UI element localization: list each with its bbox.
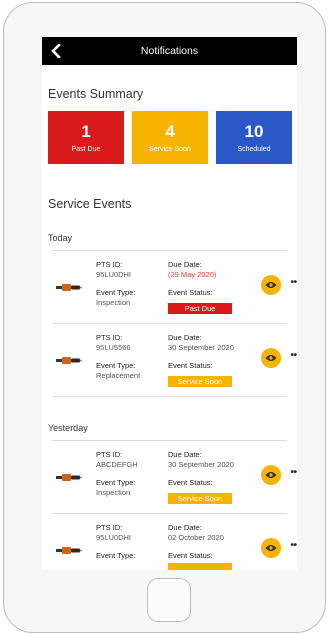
scheduled-tile[interactable]: 10 Scheduled: [216, 111, 292, 164]
pts-id-label: PTS ID:: [96, 450, 123, 459]
eye-icon: [265, 545, 277, 551]
view-button[interactable]: [261, 348, 281, 368]
past-due-tile[interactable]: 1 Past Due: [48, 111, 124, 164]
event-status-label: Event Status:: [168, 361, 213, 370]
view-button[interactable]: [261, 465, 281, 485]
pts-id-label: PTS ID:: [96, 260, 123, 269]
app-screen: Notifications Events Summary 1 Past Due …: [42, 37, 297, 570]
status-badge: [168, 563, 232, 570]
summary-tiles: 1 Past Due 4 Service Soon 10 Scheduled: [48, 111, 297, 164]
event-type-label: Event Type:: [96, 478, 136, 487]
event-type-label: Event Type:: [96, 551, 136, 560]
list-item[interactable]: PTS ID: 95LU0DHI Event Type: Inspection …: [52, 251, 297, 324]
events-summary-heading: Events Summary: [48, 87, 144, 101]
event-type-value: Inspection: [96, 488, 131, 497]
view-button[interactable]: [261, 538, 281, 558]
tile-count: 1: [81, 121, 91, 141]
group-label-today: Today: [48, 233, 73, 243]
view-button[interactable]: [261, 275, 281, 295]
more-dots-icon[interactable]: •••: [288, 537, 297, 553]
event-type-label: Event Type:: [96, 361, 136, 370]
list-item[interactable]: PTS ID: 95LU5566 Event Type: Replacement…: [52, 324, 297, 397]
due-date-value: 30 September 2020: [168, 460, 234, 469]
due-date-label: Due Date:: [168, 450, 202, 459]
tile-label: Service Soon: [149, 145, 191, 153]
list-item[interactable]: PTS ID: 95LU0DHI Event Type: Due Date: 0…: [52, 514, 297, 570]
pts-id-label: PTS ID:: [96, 333, 123, 342]
top-bar: Notifications: [42, 37, 297, 65]
event-type-label: Event Type:: [96, 288, 136, 297]
phone-frame: Notifications Events Summary 1 Past Due …: [3, 2, 326, 633]
tile-count: 10: [244, 121, 264, 141]
tile-label: Past Due: [71, 145, 101, 153]
due-date-value: 30 September 2020: [168, 343, 234, 352]
event-type-value: Replacement: [96, 371, 141, 380]
eye-icon: [265, 472, 277, 478]
spark-plug-icon: [56, 470, 82, 488]
due-date-label: Due Date:: [168, 260, 202, 269]
eye-icon: [265, 282, 277, 288]
due-date-label: Due Date:: [168, 333, 202, 342]
service-soon-tile[interactable]: 4 Service Soon: [132, 111, 208, 164]
pts-id-value: 95LU5566: [96, 343, 131, 352]
pts-id-value: 95LU0DHI: [96, 533, 132, 542]
status-badge: Past Due: [168, 303, 232, 314]
more-dots-icon[interactable]: •••: [288, 464, 297, 480]
due-date-value: 02 October 2020: [168, 533, 224, 542]
pts-id-label: PTS ID:: [96, 523, 123, 532]
spark-plug-icon: [56, 543, 82, 561]
event-type-value: Inspection: [96, 298, 131, 307]
tile-count: 4: [165, 121, 175, 141]
status-badge: Service Soon: [168, 493, 232, 504]
event-status-label: Event Status:: [168, 478, 213, 487]
home-button[interactable]: [147, 578, 191, 622]
pts-id-value: ABCDEFGH: [96, 460, 138, 469]
status-badge: Service Soon: [168, 376, 232, 387]
page-title: Notifications: [140, 45, 199, 57]
list-item[interactable]: PTS ID: ABCDEFGH Event Type: Inspection …: [52, 441, 297, 514]
due-date-label: Due Date:: [168, 523, 202, 532]
event-status-label: Event Status:: [168, 288, 213, 297]
tile-label: Scheduled: [237, 145, 271, 153]
spark-plug-icon: [56, 353, 82, 371]
eye-icon: [265, 355, 277, 361]
service-events-heading: Service Events: [48, 197, 132, 211]
more-dots-icon[interactable]: •••: [288, 347, 297, 363]
group-label-yesterday: Yesterday: [48, 423, 88, 433]
event-status-label: Event Status:: [168, 551, 213, 560]
spark-plug-icon: [56, 280, 82, 298]
back-arrow-icon[interactable]: [46, 41, 66, 61]
more-dots-icon[interactable]: •••: [288, 274, 297, 290]
due-date-value: (29 May 2020): [168, 270, 217, 279]
pts-id-value: 95LU0DHI: [96, 270, 132, 279]
